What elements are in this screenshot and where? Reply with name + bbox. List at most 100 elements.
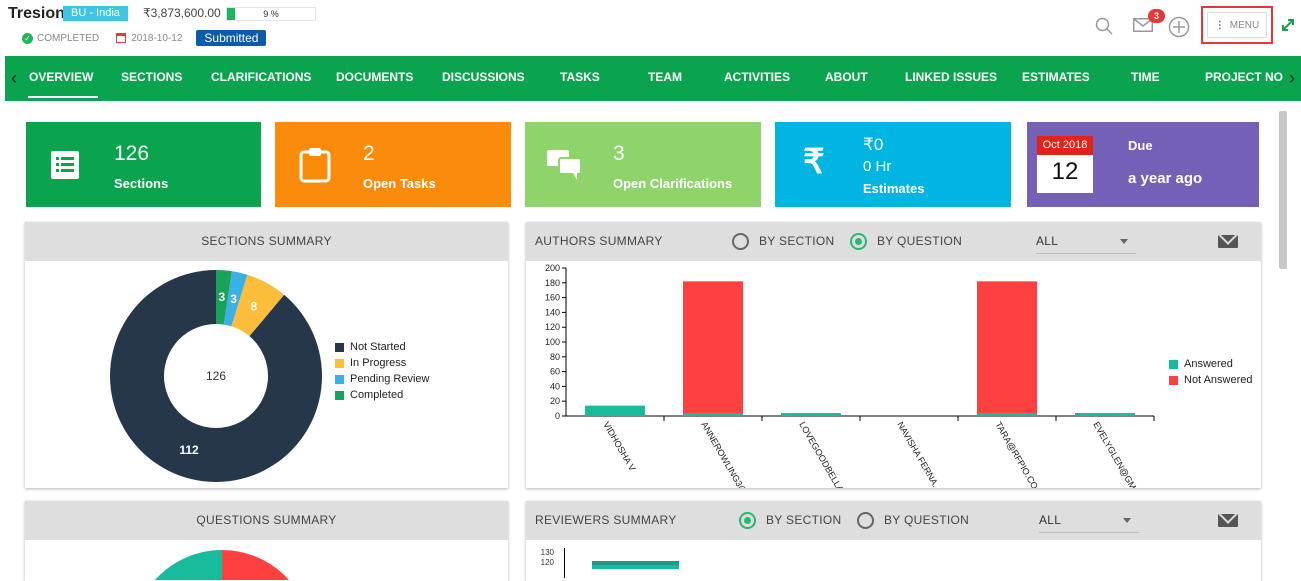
x-tick-label: LOVEGOODBELLA bbox=[797, 420, 845, 488]
calendar-month: Oct 2018 bbox=[1037, 136, 1093, 155]
active-tab-indicator bbox=[28, 96, 98, 98]
sections-card[interactable]: 126 Sections bbox=[26, 122, 261, 207]
tab-discussions[interactable]: DISCUSSIONS bbox=[442, 56, 525, 101]
tab-activities[interactable]: ACTIVITIES bbox=[724, 56, 790, 101]
project-title: Tresion bbox=[8, 5, 65, 22]
donut-slice-label: 3 bbox=[219, 290, 226, 304]
tab-time[interactable]: TIME bbox=[1131, 56, 1160, 101]
menu-button-inner[interactable]: ⋮ MENU bbox=[1207, 12, 1267, 38]
page-scrollbar[interactable] bbox=[1279, 111, 1287, 269]
reviewers-y-ticks: 130 120 bbox=[540, 548, 554, 568]
legend-swatch bbox=[1169, 359, 1178, 369]
authors-summary-panel: AUTHORS SUMMARY BY SECTION BY QUESTION A… bbox=[526, 222, 1261, 488]
pie-slice-answered bbox=[155, 550, 222, 580]
reviewers-summary-title: REVIEWERS SUMMARY bbox=[535, 513, 677, 527]
authors-by-question-label[interactable]: BY QUESTION bbox=[877, 222, 962, 261]
x-tick-label: EVELYGLEN@GMA... bbox=[1091, 420, 1145, 488]
submitted-badge: Submitted bbox=[196, 30, 267, 46]
y-tick-label: 40 bbox=[550, 381, 560, 391]
authors-filter-select[interactable]: ALL bbox=[1036, 228, 1136, 254]
tab-sections[interactable]: SECTIONS bbox=[121, 56, 182, 101]
tab-documents[interactable]: DOCUMENTS bbox=[336, 56, 413, 101]
authors-summary-header: AUTHORS SUMMARY BY SECTION BY QUESTION A… bbox=[526, 222, 1261, 261]
donut-slice-label: 8 bbox=[250, 300, 257, 314]
y-tick-label: 180 bbox=[545, 278, 560, 288]
sections-label: Sections bbox=[114, 176, 169, 191]
reviewers-by-question-label[interactable]: BY QUESTION bbox=[884, 501, 969, 540]
tab-clarifications[interactable]: CLARIFICATIONS bbox=[211, 56, 311, 101]
tab-estimates[interactable]: ESTIMATES bbox=[1022, 56, 1090, 101]
progress-text: 9 % bbox=[263, 9, 279, 19]
calendar-day: 12 bbox=[1051, 158, 1079, 185]
progress-bar: 9 % bbox=[226, 7, 316, 21]
expand-icon[interactable] bbox=[1281, 18, 1295, 32]
email-icon[interactable] bbox=[1218, 514, 1238, 527]
estimates-card[interactable]: ₹ ₹0 0 Hr Estimates bbox=[775, 122, 1011, 207]
legend-item: Pending Review bbox=[335, 371, 430, 387]
legend-label: Pending Review bbox=[350, 373, 430, 385]
status-text: COMPLETED bbox=[37, 32, 100, 44]
open-clarifications-card[interactable]: 3 Open Clarifications bbox=[525, 122, 761, 207]
questions-pie-chart bbox=[155, 550, 289, 580]
legend-swatch bbox=[335, 342, 344, 352]
bar-answered bbox=[585, 405, 645, 416]
authors-by-question-radio[interactable] bbox=[850, 233, 867, 250]
open-tasks-card[interactable]: 2 Open Tasks bbox=[275, 122, 511, 207]
tab-about[interactable]: ABOUT bbox=[825, 56, 868, 101]
y-tick-label: 20 bbox=[550, 396, 560, 406]
tab-team[interactable]: TEAM bbox=[648, 56, 682, 101]
estimate-hours: 0 Hr bbox=[863, 158, 892, 175]
sections-summary-panel: SECTIONS SUMMARY 112 8 3 3 126 Not Started I… bbox=[25, 222, 508, 488]
y-tick-label: 200 bbox=[545, 263, 560, 273]
tab-linked-issues[interactable]: LINKED ISSUES bbox=[905, 56, 997, 101]
y-tick-label: 60 bbox=[550, 367, 560, 377]
tab-tasks[interactable]: TASKS bbox=[560, 56, 600, 101]
y-tick-label: 100 bbox=[545, 337, 560, 347]
y-tick-label: 0 bbox=[555, 411, 560, 421]
reviewers-summary-header: REVIEWERS SUMMARY BY SECTION BY QUESTION… bbox=[526, 501, 1261, 540]
reviewers-by-question-radio[interactable] bbox=[857, 512, 874, 529]
bar-answered bbox=[1075, 413, 1135, 416]
tab-project-notes[interactable]: PROJECT NOTES bbox=[1205, 56, 1283, 101]
x-tick-label: VIDHOSHA V bbox=[601, 420, 637, 473]
bar-answered bbox=[977, 413, 1037, 416]
add-circle-icon[interactable] bbox=[1168, 16, 1190, 38]
legend-swatch bbox=[335, 374, 344, 384]
y-tick-label: 160 bbox=[545, 293, 560, 303]
nav-scroll-left-icon[interactable]: ‹ bbox=[5, 56, 23, 101]
email-icon[interactable] bbox=[1218, 235, 1238, 248]
legend-item: Not Answered bbox=[1169, 372, 1252, 388]
due-date-card[interactable]: Oct 2018 12 Due a year ago bbox=[1027, 122, 1259, 207]
reviewers-by-section-label[interactable]: BY SECTION bbox=[766, 501, 841, 540]
legend-item: Completed bbox=[335, 387, 430, 403]
reviewers-filter-select[interactable]: ALL bbox=[1039, 507, 1139, 533]
tab-nav: ‹ OVERVIEW SECTIONS CLARIFICATIONS DOCUM… bbox=[5, 56, 1301, 101]
x-tick-label: NAVISHA FERNA... bbox=[895, 420, 943, 488]
nav-scroll-right-icon[interactable]: › bbox=[1283, 56, 1301, 101]
search-icon[interactable] bbox=[1095, 17, 1113, 35]
authors-summary-title: AUTHORS SUMMARY bbox=[535, 234, 663, 248]
menu-label: MENU bbox=[1229, 19, 1260, 31]
status-row: ✓ COMPLETED 2018-10-12 Submitted bbox=[22, 30, 267, 46]
bar-not-answered bbox=[977, 281, 1037, 414]
authors-by-section-label[interactable]: BY SECTION bbox=[759, 222, 834, 261]
legend-swatch bbox=[1169, 375, 1178, 385]
questions-summary-panel: QUESTIONS SUMMARY bbox=[25, 501, 508, 581]
legend-swatch bbox=[335, 390, 344, 400]
reviewers-by-section-radio[interactable] bbox=[739, 512, 756, 529]
sections-count: 126 bbox=[114, 142, 150, 165]
list-icon bbox=[51, 151, 79, 179]
legend-label: In Progress bbox=[350, 357, 407, 369]
tick-label: 130 bbox=[540, 548, 554, 557]
menu-button[interactable]: ⋮ MENU bbox=[1201, 6, 1273, 44]
bar-answered bbox=[683, 413, 743, 416]
authors-by-section-radio[interactable] bbox=[732, 233, 749, 250]
legend-item: Answered bbox=[1169, 356, 1252, 372]
estimate-amount: ₹0 bbox=[863, 135, 884, 154]
estimates-label: Estimates bbox=[863, 181, 925, 196]
calendar-tile: Oct 2018 12 bbox=[1037, 136, 1093, 193]
tab-overview[interactable]: OVERVIEW bbox=[29, 56, 93, 101]
mail-count-badge: 3 bbox=[1148, 9, 1165, 23]
donut-center-total: 126 bbox=[206, 369, 226, 383]
bar-not-answered bbox=[683, 281, 743, 414]
